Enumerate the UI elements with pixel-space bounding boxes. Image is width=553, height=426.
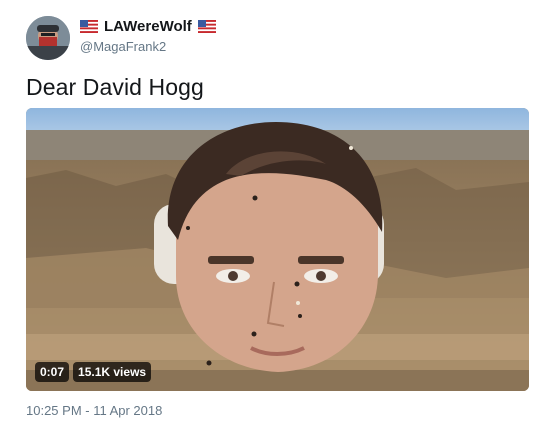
video-player[interactable]: 0:07 15.1K views <box>26 108 529 391</box>
avatar[interactable] <box>26 16 70 60</box>
author-display-name[interactable]: LAWereWolf <box>104 18 192 35</box>
tweet-timestamp[interactable]: 10:25 PM - 11 Apr 2018 <box>26 403 162 418</box>
author-block: LAWereWolf @MagaFrank2 <box>80 16 216 54</box>
display-name-row: LAWereWolf <box>80 16 216 36</box>
avatar-image <box>26 16 70 60</box>
us-flag-icon <box>80 19 98 33</box>
video-views-badge: 15.1K views <box>73 362 152 382</box>
us-flag-icon <box>197 19 216 33</box>
video-duration-badge: 0:07 <box>35 362 70 382</box>
tweet-text: Dear David Hogg <box>26 74 204 100</box>
tweet-card: LAWereWolf @MagaFrank2 Dear David Hogg 0… <box>0 0 553 426</box>
author-handle[interactable]: @MagaFrank2 <box>80 39 216 54</box>
video-badges: 0:07 15.1K views <box>35 362 152 382</box>
video-thumbnail <box>26 108 529 391</box>
